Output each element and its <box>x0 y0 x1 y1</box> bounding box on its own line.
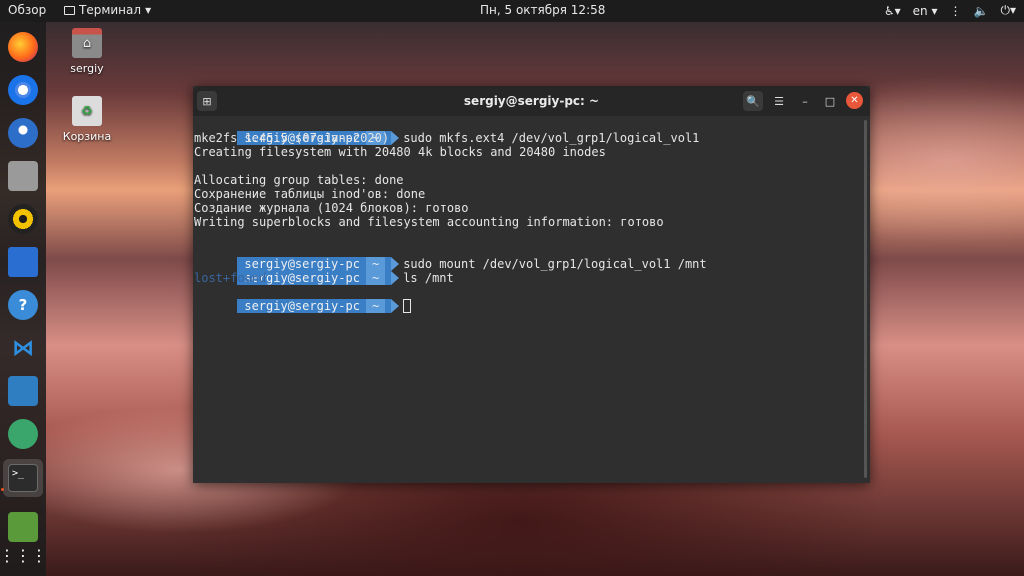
prompt-user-host: sergiy@sergiy-pc <box>244 299 360 313</box>
prompt: sergiy@sergiy-pc ~ <box>237 299 400 313</box>
terminal-line: sergiy@sergiy-pc ~ <box>194 285 412 313</box>
prompt-dir: ~ <box>365 271 386 285</box>
command-text: sudo mkfs.ext4 /dev/vol_grp1/logical_vol… <box>403 131 700 145</box>
terminal-line: Writing superblocks and filesystem accou… <box>194 215 664 229</box>
search-button[interactable]: 🔍 <box>743 91 763 111</box>
terminal-line: mke2fs 1.45.5 (07-Jan-2020) <box>194 131 390 145</box>
terminal-line: Creating filesystem with 20480 4k blocks… <box>194 145 606 159</box>
chevron-down-icon: ▾ <box>1009 3 1016 17</box>
volume-icon[interactable]: 🔈 <box>974 4 989 18</box>
rhythmbox-icon[interactable] <box>8 204 38 234</box>
activities-button[interactable]: Обзор <box>8 3 46 17</box>
dock-item-terminal[interactable]: >_ <box>3 459 43 497</box>
system-monitor-icon[interactable] <box>8 376 38 406</box>
terminal-line: sergiy@sergiy-pc ~ sudo mkfs.ext4 /dev/vol… <box>194 117 699 145</box>
desktop-icon-label: Корзина <box>62 130 112 143</box>
window-titlebar[interactable]: ⊞ sergiy@sergiy-pc: ~ 🔍 ☰ – □ ✕ <box>193 86 870 116</box>
chevron-down-icon: ▾ <box>145 3 152 17</box>
language-label: en <box>912 3 928 18</box>
dock: ? ⋈ >_ ⋮⋮⋮ <box>0 22 47 576</box>
power-icon[interactable]: ⏻▾ <box>1000 3 1016 18</box>
network-icon[interactable]: ⋮ <box>950 4 962 18</box>
clock[interactable]: Пн, 5 октября 12:58 <box>480 3 605 17</box>
accessibility-icon[interactable]: ♿▾ <box>884 4 901 18</box>
chevron-down-icon: ▾ <box>931 3 938 18</box>
terminal-output[interactable]: sergiy@sergiy-pc ~ sudo mkfs.ext4 /dev/vol… <box>193 116 870 483</box>
power-glyph: ⏻ <box>1000 3 1010 17</box>
app-menu-terminal[interactable]: Терминал ▾ <box>64 3 151 17</box>
prompt-dir: ~ <box>365 299 386 313</box>
terminal-line: Сохранение таблицы inod'ов: done <box>194 187 426 201</box>
desktop-home-folder[interactable]: ⌂ sergiy <box>52 28 122 75</box>
menu-button[interactable]: ☰ <box>769 91 789 111</box>
close-button[interactable]: ✕ <box>846 92 863 109</box>
help-icon[interactable]: ? <box>8 290 38 320</box>
remmina-icon[interactable] <box>8 419 38 449</box>
terminal-line: Создание журнала (1024 блоков): готово <box>194 201 469 215</box>
language-indicator[interactable]: en ▾ <box>913 4 938 18</box>
terminal-mini-icon <box>64 5 75 15</box>
terminal-icon: >_ <box>8 464 38 492</box>
disks-icon[interactable] <box>8 512 38 542</box>
scrollbar[interactable] <box>864 120 867 478</box>
vscode-icon[interactable]: ⋈ <box>8 333 38 363</box>
terminal-line: Allocating group tables: done <box>194 173 404 187</box>
text-cursor <box>403 299 412 313</box>
running-indicator <box>1 488 4 491</box>
command-text: ls /mnt <box>403 271 454 285</box>
app-menu-label: Терминал <box>79 3 142 17</box>
top-bar: Обзор Терминал ▾ Пн, 5 октября 12:58 ♿▾ … <box>0 0 1024 22</box>
terminal-window: ⊞ sergiy@sergiy-pc: ~ 🔍 ☰ – □ ✕ sergiy@s… <box>193 86 870 483</box>
files-icon[interactable] <box>8 161 38 191</box>
home-folder-icon: ⌂ <box>72 28 102 58</box>
terminal-line: sergiy@sergiy-pc ~ sudo mount /dev/vol_grp… <box>194 243 707 271</box>
chrome-icon[interactable] <box>8 75 38 105</box>
terminal-line: lost+found <box>194 271 267 285</box>
firefox-icon[interactable] <box>8 32 38 62</box>
thunderbird-icon[interactable] <box>8 118 38 148</box>
terminal-line: sergiy@sergiy-pc ~ ls /mnt <box>194 257 454 285</box>
show-apps-icon[interactable]: ⋮⋮⋮ <box>0 540 47 570</box>
trash-icon: ♻ <box>72 96 102 126</box>
desktop-icon-label: sergiy <box>70 62 104 75</box>
writer-icon[interactable] <box>8 247 38 277</box>
maximize-button[interactable]: □ <box>820 91 840 111</box>
system-tray: ♿▾ en ▾ ⋮ 🔈 ⏻▾ <box>884 3 1016 18</box>
desktop-trash[interactable]: ♻ Корзина <box>52 96 122 143</box>
minimize-button[interactable]: – <box>795 91 815 111</box>
